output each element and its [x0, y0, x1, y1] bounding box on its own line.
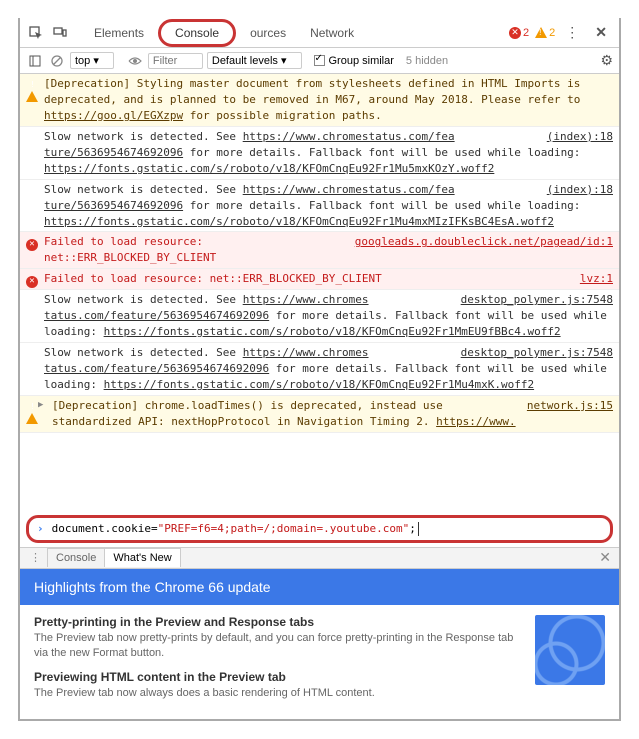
- disclosure-triangle-icon[interactable]: ▶: [38, 399, 43, 412]
- group-similar-label: Group similar: [329, 55, 394, 67]
- console-message: ✕ googleads.g.doubleclick.net/pagead/id:1…: [20, 232, 619, 269]
- log-levels-selector[interactable]: Default levels ▾: [207, 52, 302, 69]
- console-message: ✕lvz:1Failed to load resource: net::ERR_…: [20, 269, 619, 290]
- url-link[interactable]: https://fonts.gstatic.com/s/roboto/v18/K…: [104, 325, 561, 338]
- url-link[interactable]: https://www.: [436, 415, 515, 428]
- url-link[interactable]: ture/5636954674692096: [44, 199, 183, 212]
- close-devtools-icon[interactable]: ✕: [589, 24, 613, 41]
- source-link[interactable]: (index):18: [547, 129, 613, 145]
- url-link[interactable]: tatus.com/feature/5636954674692096: [44, 309, 269, 322]
- url-link[interactable]: ture/5636954674692096: [44, 146, 183, 159]
- console-toolbar: top ▾ Default levels ▾ Group similar 5 h…: [20, 48, 619, 74]
- prompt-chevron-icon: ›: [37, 522, 44, 535]
- console-message: [Deprecation] Styling master document fr…: [20, 74, 619, 127]
- url-link[interactable]: https://fonts.gstatic.com/s/roboto/v18/K…: [44, 162, 494, 175]
- url-link[interactable]: https://www.chromestatus.com/fea: [243, 130, 455, 143]
- source-link[interactable]: lvz:1: [580, 271, 613, 287]
- console-message: ▶network.js:15[Deprecation] chrome.loadT…: [20, 396, 619, 433]
- url-link[interactable]: https://www.chromes: [243, 346, 369, 359]
- warning-icon: [26, 77, 39, 90]
- drawer-menu-icon[interactable]: ⋮: [24, 551, 47, 564]
- source-link[interactable]: desktop_polymer.js:7548: [461, 345, 613, 361]
- source-link[interactable]: (index):18: [547, 182, 613, 198]
- url-link[interactable]: https://fonts.gstatic.com/s/roboto/v18/K…: [104, 378, 534, 391]
- live-expression-icon[interactable]: [126, 52, 144, 70]
- whatsnew-heading-1: Pretty-printing in the Preview and Respo…: [34, 615, 523, 629]
- console-settings-icon[interactable]: ⚙: [600, 52, 613, 69]
- source-link[interactable]: network.js:15: [527, 398, 613, 414]
- devtools-tabbar: Elements Console ources Network ✕2 2 ⋮ ✕: [20, 18, 619, 48]
- console-prompt[interactable]: › document.cookie="PREF=f6=4;path=/;doma…: [26, 515, 613, 543]
- url-link[interactable]: tatus.com/feature/5636954674692096: [44, 362, 269, 375]
- tab-console[interactable]: Console: [158, 19, 236, 47]
- context-selector[interactable]: top ▾: [70, 52, 114, 69]
- tab-sources[interactable]: ources: [240, 20, 296, 46]
- whatsnew-para-2: The Preview tab now always does a basic …: [34, 686, 523, 701]
- whatsnew-para-1: The Preview tab now pretty-prints by def…: [34, 631, 523, 662]
- drawer-tab-console[interactable]: Console: [47, 548, 105, 567]
- tab-network[interactable]: Network: [300, 20, 364, 46]
- drawer-tabbar: ⋮ Console What's New ✕: [20, 547, 619, 569]
- source-link[interactable]: googleads.g.doubleclick.net/pagead/id:1: [355, 234, 613, 250]
- error-count-badge[interactable]: ✕2: [509, 27, 529, 39]
- whatsnew-content: Pretty-printing in the Preview and Respo…: [20, 605, 619, 719]
- more-menu-icon[interactable]: ⋮: [559, 24, 585, 41]
- error-icon: ✕: [26, 235, 39, 248]
- prompt-input[interactable]: document.cookie="PREF=f6=4;path=/;domain…: [52, 522, 419, 536]
- hidden-count[interactable]: 5 hidden: [406, 55, 448, 67]
- warning-count-badge[interactable]: 2: [535, 27, 555, 39]
- sidebar-toggle-icon[interactable]: [26, 52, 44, 70]
- highlights-banner: Highlights from the Chrome 66 update: [20, 569, 619, 605]
- whatsnew-illustration: [535, 615, 605, 685]
- console-message: Slow network is detected. See https://ww…: [20, 180, 619, 233]
- tab-elements[interactable]: Elements: [84, 20, 154, 46]
- filter-input[interactable]: [148, 53, 203, 69]
- console-message: Slow network is detected. See https://ww…: [20, 343, 619, 396]
- group-similar-checkbox[interactable]: [314, 55, 325, 66]
- url-link[interactable]: https://www.chromes: [243, 293, 369, 306]
- inspect-icon[interactable]: [26, 23, 46, 43]
- console-message: Slow network is detected. See https://ww…: [20, 290, 619, 343]
- clear-console-icon[interactable]: [48, 52, 66, 70]
- drawer-tab-whatsnew[interactable]: What's New: [104, 548, 180, 567]
- device-icon[interactable]: [50, 23, 70, 43]
- url-link[interactable]: https://fonts.gstatic.com/s/roboto/v18/K…: [44, 215, 554, 228]
- url-link[interactable]: https://goo.gl/EGXzpw: [44, 109, 183, 122]
- source-link[interactable]: desktop_polymer.js:7548: [461, 292, 613, 308]
- url-link[interactable]: https://www.chromestatus.com/fea: [243, 183, 455, 196]
- console-messages: [Deprecation] Styling master document fr…: [20, 74, 619, 511]
- console-message: Slow network is detected. See https://ww…: [20, 127, 619, 180]
- error-icon: ✕: [26, 272, 39, 285]
- drawer-close-icon[interactable]: ✕: [591, 549, 619, 566]
- whatsnew-heading-2: Previewing HTML content in the Preview t…: [34, 670, 523, 684]
